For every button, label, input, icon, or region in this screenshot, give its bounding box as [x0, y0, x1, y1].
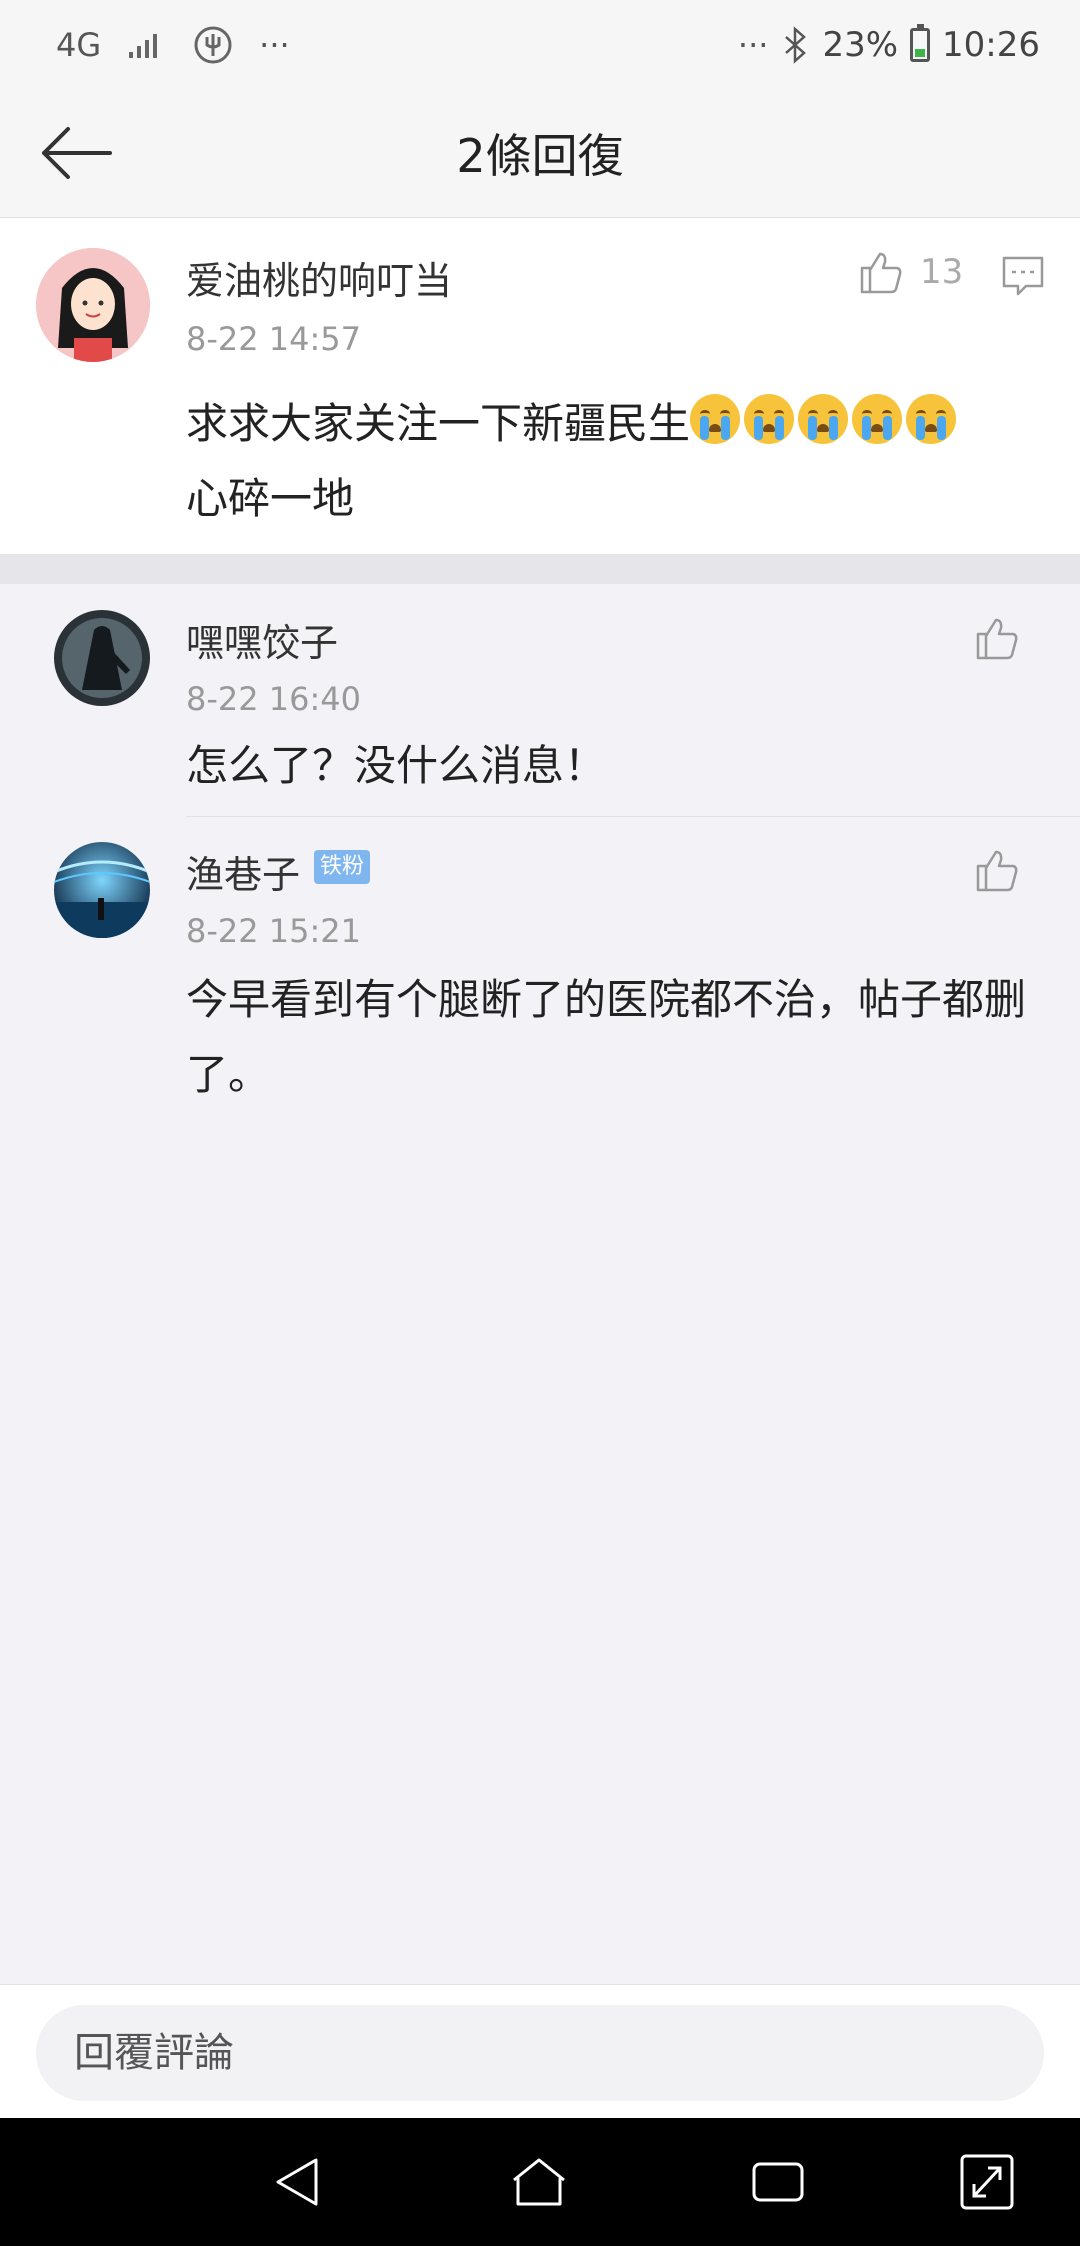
reply-text: 怎么了？没什么消息！: [186, 741, 607, 790]
comment-text-line1: 求求大家关注一下新疆民生: [186, 399, 691, 448]
thumbs-up-icon: [976, 850, 1018, 892]
reply-text-line2: 了。: [186, 1050, 271, 1099]
header: 2條回復: [0, 90, 1080, 218]
system-nav-bar: [0, 2118, 1080, 2246]
divider: [186, 816, 1080, 817]
nav-expand-button[interactable]: [952, 2150, 1022, 2214]
thumbs-up-icon: [976, 618, 1018, 660]
battery-icon: [910, 24, 931, 62]
signal-icon: [129, 34, 158, 58]
nav-back-button[interactable]: [266, 2150, 336, 2214]
comment-icon: [1002, 256, 1044, 296]
fan-badge: 铁粉: [314, 850, 370, 884]
more-notifications: ···: [259, 26, 290, 64]
like-button[interactable]: [972, 846, 1020, 894]
crying-face-emoji: [852, 394, 903, 444]
avatar[interactable]: [54, 842, 150, 938]
bluetooth-icon: [785, 26, 807, 64]
comment-text: 求求大家关注一下新疆民生 心碎一地: [186, 386, 1066, 536]
comment-author[interactable]: 爱油桃的响叮当: [186, 250, 452, 305]
comment-time: 8-22 14:57: [186, 320, 362, 358]
more-status: ···: [737, 26, 769, 64]
reply-time: 8-22 16:40: [186, 680, 362, 718]
main-comment: 爱油桃的响叮当 8-22 14:57 13 求求大家关注一下新疆民生 心碎一地: [0, 218, 1080, 554]
network-type: 4G: [56, 26, 102, 64]
reply-author[interactable]: 嘿嘿饺子: [186, 612, 338, 667]
page-title: 2條回復: [456, 129, 624, 183]
triangle-back-icon: [276, 2158, 318, 2206]
comment-text-line2: 心碎一地: [186, 474, 355, 523]
reply-input[interactable]: 回覆評論: [36, 2005, 1044, 2101]
section-divider: [0, 554, 1080, 584]
app-notification-icon: [194, 26, 232, 64]
like-count: 13: [920, 252, 964, 292]
crying-face-emoji: [690, 394, 741, 444]
home-icon: [513, 2158, 565, 2206]
expand-icon: [960, 2154, 1014, 2210]
crying-face-emoji: [906, 394, 957, 444]
recent-apps-icon: [752, 2162, 804, 2202]
avatar[interactable]: [36, 248, 150, 362]
clock: 10:26: [942, 25, 1040, 65]
reply-text: 今早看到有个腿断了的医院都不治，帖子都删 了。: [186, 962, 1066, 1112]
battery-percent: 23%: [822, 25, 899, 65]
avatar[interactable]: [54, 610, 150, 706]
like-button[interactable]: 13: [856, 248, 963, 296]
reply-time: 8-22 15:21: [186, 912, 362, 950]
reply-text-line1: 今早看到有个腿断了的医院都不治，帖子都删: [186, 975, 1027, 1024]
reply-bar: 回覆評論: [0, 1984, 1080, 2118]
crying-face-emoji: [798, 394, 849, 444]
status-bar: 4G ··· ··· 23% 10:26: [0, 0, 1080, 90]
like-button[interactable]: [972, 614, 1020, 662]
nav-home-button[interactable]: [504, 2150, 574, 2214]
reply-author[interactable]: 渔巷子: [186, 844, 300, 899]
reply-button[interactable]: [1000, 254, 1046, 302]
nav-recent-button[interactable]: [744, 2150, 814, 2214]
thumbs-up-icon: [860, 252, 902, 294]
crying-face-emoji: [744, 394, 795, 444]
